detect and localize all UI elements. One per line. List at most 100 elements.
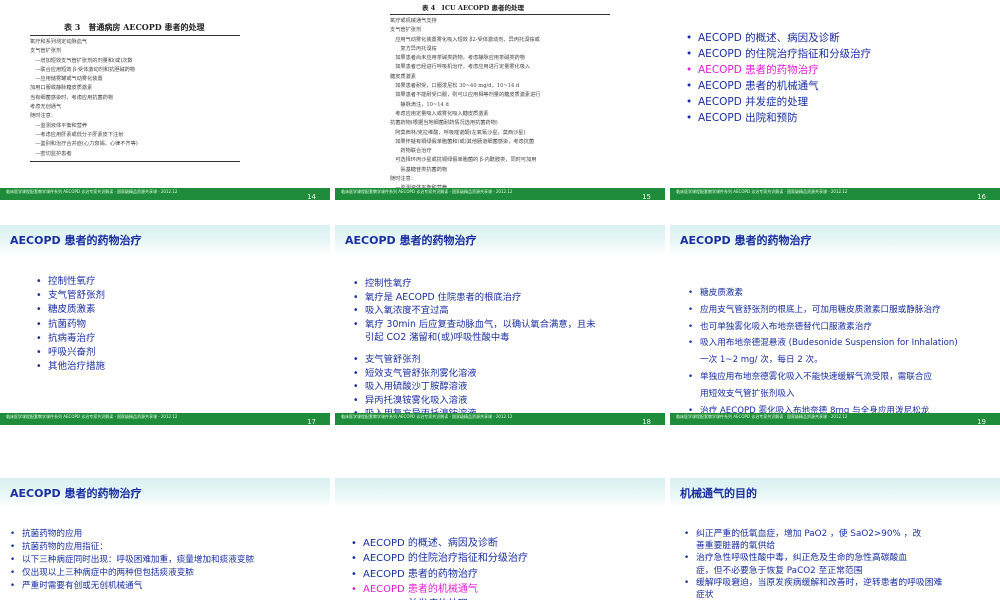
table-line: 抗菌药物(根据当地细菌耐药情况选用抗菌药物) — [390, 120, 498, 127]
table-line: 支气管扩张剂 — [390, 27, 422, 34]
slide-footer: 临床医学课程配套教学课件系列 AECOPD 诊治专家共识解读 · 国家级精品资源… — [0, 188, 330, 200]
table-line: 随时注意： — [30, 113, 56, 120]
slide-footer: 临床医学课程配套教学课件系列 AECOPD 诊治专家共识解读 · 国家级精品资源… — [0, 413, 330, 425]
bullet-item: 应用支气管舒张剂的根底上，可加用糖皮质激素口服或静脉治疗 — [688, 302, 958, 319]
table-title: 表 4 ICU AECOPD 患者的处理 — [422, 4, 525, 12]
bullet-item: 以下三种病症同时出现：呼吸困难加重，痰量增加和痰液变脓 — [10, 554, 254, 567]
slide-thumbnail-18[interactable]: AECOPD 患者的药物治疗 控制性氧疗氧疗是 AECOPD 住院患者的根底治疗… — [335, 225, 665, 425]
table-line: 考虑应用定量吸入或雾化吸入糖皮质激素 — [390, 110, 489, 117]
footer-text: 临床医学课程配套教学课件系列 AECOPD 诊治专家共识解读 · 国家级精品资源… — [341, 189, 513, 194]
slide-title: AECOPD 患者的药物治疗 — [10, 487, 142, 500]
table-line: —考虑应用肝素或低分子肝素皮下注射 — [30, 131, 124, 138]
bullet-list: 糖皮质激素应用支气管舒张剂的根底上，可加用糖皮质激素口服或静脉治疗也可单独雾化吸… — [688, 285, 958, 425]
bullet-item: 糖皮质激素 — [36, 303, 105, 317]
table-3-document: 表 3 普通病房 AECOPD 患者的处理 氧疗和系列测定动脉血气 支气管扩张剂 … — [30, 22, 240, 164]
bullet-item: 短效支气管舒张剂雾化溶液 — [353, 367, 596, 381]
slide-sorter-grid: 表 3 普通病房 AECOPD 患者的处理 氧疗和系列测定动脉血气 支气管扩张剂 … — [0, 0, 1000, 600]
bullet-list: 抗菌药物的应用抗菌药物的应用指征：以下三种病症同时出现：呼吸困难加重，痰量增加和… — [10, 528, 254, 593]
slide-thumbnail-21[interactable]: AECOPD 的概述、病因及诊断AECOPD 的住院治疗指征和分级治疗AECOP… — [335, 478, 665, 600]
bullet-item: 抗菌药物的应用指征： — [10, 541, 254, 554]
bullet-item: AECOPD 出院和预防 — [686, 110, 871, 126]
bullet-item: 呼吸兴奋剂 — [36, 346, 105, 360]
page-number: 19 — [977, 418, 986, 425]
table-line: 如果怀疑有铜绿假单胞菌和(或)其他肠道细菌感染，考虑抗菌 — [390, 138, 535, 145]
table-line: 当有细菌感染时，考虑应用抗菌药物 — [30, 94, 114, 101]
bullet-item: 吸入氧浓度不宜过高 — [353, 304, 596, 318]
bullet-item: AECOPD 患者的机械通气 — [686, 78, 871, 94]
table-line: 复方异丙托溴铵 — [390, 45, 437, 52]
table-line: —联合应用短效 β-受体激动剂和抗胆碱药物 — [30, 66, 135, 73]
table-line: —密切监护患者 — [30, 150, 72, 157]
bullet-item: 其他治疗措施 — [36, 360, 105, 374]
table-line: 应用气动雾化装置雾化吸入短效 β2-受体激动剂、异丙托溴铵或 — [390, 36, 540, 43]
slide-title-bar: 机械通气的目的 — [670, 478, 1000, 508]
table-line: 如果患者耐受，口服泼尼松 30~40 mg/d，10~14 d — [390, 83, 520, 90]
bullet-item: 症状 — [696, 590, 714, 600]
slide-thumbnail-17[interactable]: AECOPD 患者的药物治疗 控制性氧疗支气管舒张剂糖皮质激素抗菌药物抗病毒治疗… — [0, 225, 330, 425]
bullet-item: 一次 1~2 mg/ 次，每日 2 次。 — [700, 355, 823, 366]
slide-title-bar: AECOPD 患者的药物治疗 — [335, 225, 665, 255]
bullet-item: AECOPD 的概述、病因及诊断 — [686, 30, 871, 46]
table-line: —鉴别和治疗合并症(心力衰竭，心律不齐等) — [30, 141, 138, 148]
bullet-item: 糖皮质激素 — [688, 285, 958, 302]
bullet-item: 善重要脏器的氧供给 — [696, 541, 776, 552]
slide-title-bar — [335, 478, 665, 508]
footer-text: 临床医学课程配套教学课件系列 AECOPD 诊治专家共识解读 · 国家级精品资源… — [341, 414, 513, 419]
bullet-item: 仅出现以上三种病症中的两种但包括痰液变脓 — [10, 567, 254, 580]
slide-title: 机械通气的目的 — [680, 487, 757, 500]
bullet-item: 抗菌药物的应用 — [10, 528, 254, 541]
footer-text: 临床医学课程配套教学课件系列 AECOPD 诊治专家共识解读 · 国家级精品资源… — [6, 414, 178, 419]
slide-title-bar: AECOPD 患者的药物治疗 — [670, 225, 1000, 255]
bullet-list: 纠正严重的低氧血症，增加 PaO2 ，使 SaO2>90% ，改善重要脏器的氧供… — [684, 528, 942, 600]
table-line: 氧疗或机械通气支持 — [390, 18, 437, 24]
table-line: 药物联合治疗 — [390, 148, 432, 155]
bullet-item: 抗病毒治疗 — [36, 332, 105, 346]
bullet-item: 治疗急性呼吸性酸中毒，纠正危及生命的急性高碳酸血 — [684, 552, 942, 564]
table-line: 加用口服或静脉糖皮质激素 — [30, 85, 93, 92]
slide-thumbnail-22[interactable]: 机械通气的目的 纠正严重的低氧血症，增加 PaO2 ，使 SaO2>90% ，改… — [670, 478, 1000, 600]
bullet-item: 引起 CO2 潴留和(或)呼吸性酸中毒 — [365, 332, 510, 344]
slide-thumbnail-20[interactable]: AECOPD 患者的药物治疗 抗菌药物的应用抗菌药物的应用指征：以下三种病症同时… — [0, 478, 330, 600]
slide-title: AECOPD 患者的药物治疗 — [345, 234, 477, 247]
bullet-list: 控制性氧疗支气管舒张剂糖皮质激素抗菌药物抗病毒治疗呼吸兴奋剂其他治疗措施 — [36, 275, 105, 375]
slide-title-bar: AECOPD 患者的药物治疗 — [0, 478, 330, 508]
table-title: 表 3 普通病房 AECOPD 患者的处理 — [64, 22, 205, 32]
slide-title: AECOPD 患者的药物治疗 — [680, 234, 812, 247]
bullet-item: 异丙托溴铵雾化吸入溶液 — [353, 394, 596, 408]
slide-thumbnail-19[interactable]: AECOPD 患者的药物治疗 糖皮质激素应用支气管舒张剂的根底上，可加用糖皮质激… — [670, 225, 1000, 425]
bullet-item: 控制性氧疗 — [36, 275, 105, 289]
bullet-item: 吸入用硫酸沙丁胺醇溶液 — [353, 380, 596, 394]
table-line: —增加短效支气管扩张剂的剂量和(或)次数 — [30, 57, 133, 64]
table-line: 如果患者已经进行呼吸机治疗，考虑应用进行定量雾化吸入 — [390, 64, 531, 71]
table-lines: 氧疗和系列测定动脉血气 支气管扩张剂 —增加短效支气管扩张剂的剂量和(或)次数 —… — [30, 38, 240, 159]
table-line: 考虑无创通气 — [30, 104, 62, 111]
slide-thumbnail-16[interactable]: AECOPD 的概述、病因及诊断AECOPD 的住院治疗指征和分级治疗AECOP… — [670, 0, 1000, 200]
bullet-item: 严重时需要有创或无创机械通气 — [10, 580, 254, 593]
bullet-item: 纠正严重的低氧血症，增加 PaO2 ，使 SaO2>90% ，改 — [684, 528, 942, 540]
slide-footer: 临床医学课程配套教学课件系列 AECOPD 诊治专家共识解读 · 国家级精品资源… — [670, 188, 1000, 200]
bullet-item: 单独应用布地奈德雾化吸入不能快速缓解气流受限，需联合应 — [688, 369, 958, 386]
bullet-item: 症，但不必要急于恢复 PaCO2 至正常范围 — [696, 565, 863, 576]
table-line: 可选择环丙沙星或抗铜绿假单胞菌的 β-内酰胺类，同时可加用 — [390, 157, 537, 164]
slide-thumbnail-15[interactable]: 表 4 ICU AECOPD 患者的处理 氧疗或机械通气支持 支气管扩张剂 应用气… — [335, 0, 665, 200]
bullet-item: AECOPD 的住院治疗指征和分级治疗 — [351, 551, 528, 567]
slide-thumbnail-14[interactable]: 表 3 普通病房 AECOPD 患者的处理 氧疗和系列测定动脉血气 支气管扩张剂 … — [0, 0, 330, 200]
bullet-item: AECOPD 并发症的处理 — [686, 94, 871, 110]
table-line: 糖皮质激素 — [390, 73, 416, 80]
bullet-item: AECOPD 患者的机械通气 — [351, 582, 528, 598]
page-number: 16 — [977, 193, 986, 200]
table-line: 如果患者尚未应用茶碱类药物，考虑静脉应用茶碱类药物 — [390, 55, 525, 62]
bullet-item: 抗菌药物 — [36, 318, 105, 332]
footer-text: 临床医学课程配套教学课件系列 AECOPD 诊治专家共识解读 · 国家级精品资源… — [676, 189, 848, 194]
table-line: —监测液体平衡和营养 — [30, 122, 88, 129]
table-rule — [30, 160, 240, 162]
bullet-item: 氧疗是 AECOPD 住院患者的根底治疗 — [353, 291, 596, 305]
bullet-item: AECOPD 患者的药物治疗 — [351, 567, 528, 583]
page-number: 14 — [307, 193, 316, 200]
bullet-item: 用短效支气管扩张剂吸入 — [700, 388, 795, 399]
bullet-item: 支气管舒张剂 — [36, 289, 105, 303]
footer-text: 临床医学课程配套教学课件系列 AECOPD 诊治专家共识解读 · 国家级精品资源… — [676, 414, 848, 419]
bullet-list: AECOPD 的概述、病因及诊断AECOPD 的住院治疗指征和分级治疗AECOP… — [686, 30, 871, 126]
table-line: 支气管扩张剂 — [30, 48, 62, 55]
page-number: 18 — [642, 418, 651, 425]
